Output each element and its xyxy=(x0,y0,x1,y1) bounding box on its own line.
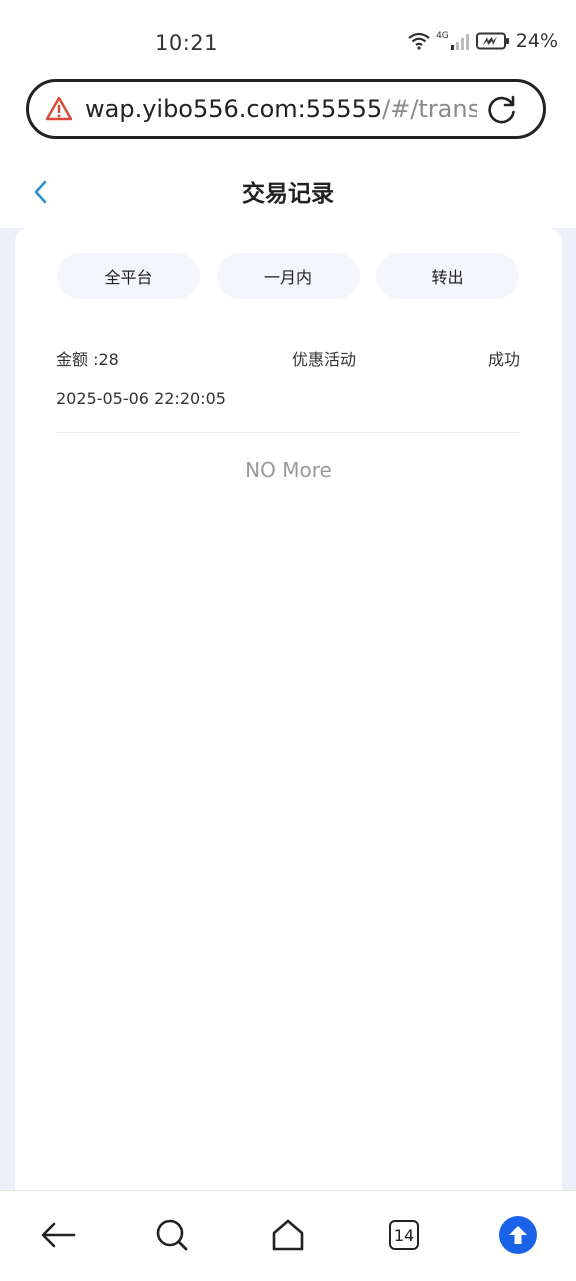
battery-percent: 24% xyxy=(515,30,558,52)
search-icon xyxy=(156,1219,188,1251)
url-bar[interactable]: wap.yibo556.com:55555/#/transR xyxy=(26,79,546,139)
network-type-label: 4G xyxy=(436,30,449,41)
home-icon xyxy=(272,1219,304,1251)
record-status: 成功 xyxy=(487,350,520,369)
tabs-count-icon: 14 xyxy=(389,1220,419,1250)
page-title: 交易记录 xyxy=(242,181,334,207)
url-path: /#/transR xyxy=(382,95,477,123)
url-text[interactable]: wap.yibo556.com:55555/#/transR xyxy=(85,95,477,123)
wifi-icon xyxy=(408,32,430,50)
nav-search-button[interactable] xyxy=(152,1215,192,1255)
status-indicators: 4G 24% xyxy=(408,30,558,52)
record-type: 优惠活动 xyxy=(291,350,356,369)
nav-home-button[interactable] xyxy=(268,1215,308,1255)
arrow-left-icon xyxy=(41,1222,76,1248)
nav-tabs-button[interactable]: 14 xyxy=(384,1215,424,1255)
nav-upload-button[interactable] xyxy=(498,1215,538,1255)
transaction-type-filter-button[interactable]: 转出 xyxy=(376,253,519,299)
reload-icon[interactable] xyxy=(485,92,519,126)
battery-icon xyxy=(475,32,510,50)
warning-icon[interactable] xyxy=(45,95,73,123)
status-time: 10:21 xyxy=(155,31,219,55)
status-bar: 10:21 4G 24% xyxy=(0,0,576,80)
browser-bottom-nav: 14 xyxy=(0,1190,576,1281)
list-end-text: NO More xyxy=(245,458,332,482)
date-range-filter-button[interactable]: 一月内 xyxy=(216,253,360,299)
filter-bar: 全平台 一月内 转出 xyxy=(57,253,519,299)
record-amount: 金额 :28 xyxy=(56,350,119,369)
upload-icon xyxy=(499,1216,537,1254)
page-header: 交易记录 xyxy=(0,150,576,230)
url-host: wap.yibo556.com:55555 xyxy=(85,95,383,123)
cellular-signal-icon: 4G xyxy=(436,30,470,51)
list-item[interactable]: 金额 :28 优惠活动 成功 2025-05-06 22:20:05 xyxy=(56,346,520,433)
record-time: 2025-05-06 22:20:05 xyxy=(56,389,226,408)
platform-filter-button[interactable]: 全平台 xyxy=(57,253,200,299)
nav-back-button[interactable] xyxy=(38,1215,78,1255)
records-card: 全平台 一月内 转出 金额 :28 优惠活动 成功 2025-05-06 22:… xyxy=(15,228,562,1198)
